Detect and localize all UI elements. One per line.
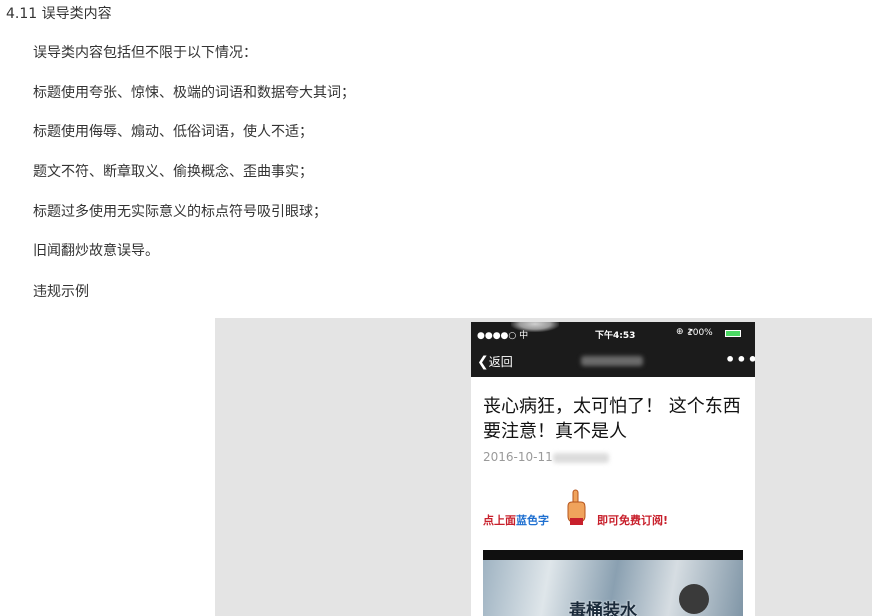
status-time: 下午4:53: [595, 331, 636, 341]
pointing-hand-icon: [567, 489, 586, 525]
phone-status-bar: ●●●●○ 中 下午4:53 ⊕ ➚ 100%: [471, 322, 755, 344]
promo-text-left: 点上面蓝色字: [483, 512, 549, 528]
redaction-smudge: [511, 322, 559, 332]
rule-item-mismatch: 题文不符、断章取义、偷换概念、歪曲事实；: [33, 164, 313, 180]
article-image: 毒桶装水: [483, 550, 743, 616]
intro-paragraph: 误导类内容包括但不限于以下情况：: [33, 45, 257, 61]
article-date: 2016-10-11: [483, 450, 553, 464]
battery-percent: 100%: [687, 328, 713, 338]
rule-item-insult: 标题使用侮辱、煽动、低俗词语，使人不适；: [33, 124, 313, 140]
chevron-left-icon: ❮: [477, 354, 489, 370]
rule-item-old-news: 旧闻翻炒故意误导。: [33, 243, 159, 259]
blurred-account-name: [581, 356, 643, 366]
more-options-icon: •••: [725, 350, 755, 369]
article-title: 丧心病狂，太可怕了！ 这个东西要注意！真不是人: [483, 396, 741, 442]
phone-nav-bar: ❮返回 •••: [471, 344, 755, 377]
article-image-caption: 毒桶装水: [569, 601, 637, 616]
back-label: 返回: [488, 355, 513, 369]
blurred-author: [553, 453, 609, 463]
rule-item-exaggeration: 标题使用夸张、惊悚、极端的词语和数据夸大其词；: [33, 85, 355, 101]
promo-text-right: 即可免费订阅!: [597, 514, 669, 527]
promo-text-part1: 点上面: [483, 514, 516, 527]
section-heading: 4.11 误导类内容: [6, 6, 112, 22]
example-phone-screenshot: ●●●●○ 中 下午4:53 ⊕ ➚ 100% ❮返回 ••• 丧心病狂，太可怕…: [471, 322, 755, 616]
rule-item-punctuation: 标题过多使用无实际意义的标点符号吸引眼球；: [33, 204, 327, 220]
back-button: ❮返回: [477, 353, 513, 370]
battery-icon: [725, 330, 741, 337]
promo-text-blue: 蓝色字: [516, 514, 549, 527]
article-image-figure: [679, 584, 709, 614]
violation-example-label: 违规示例: [33, 284, 89, 300]
